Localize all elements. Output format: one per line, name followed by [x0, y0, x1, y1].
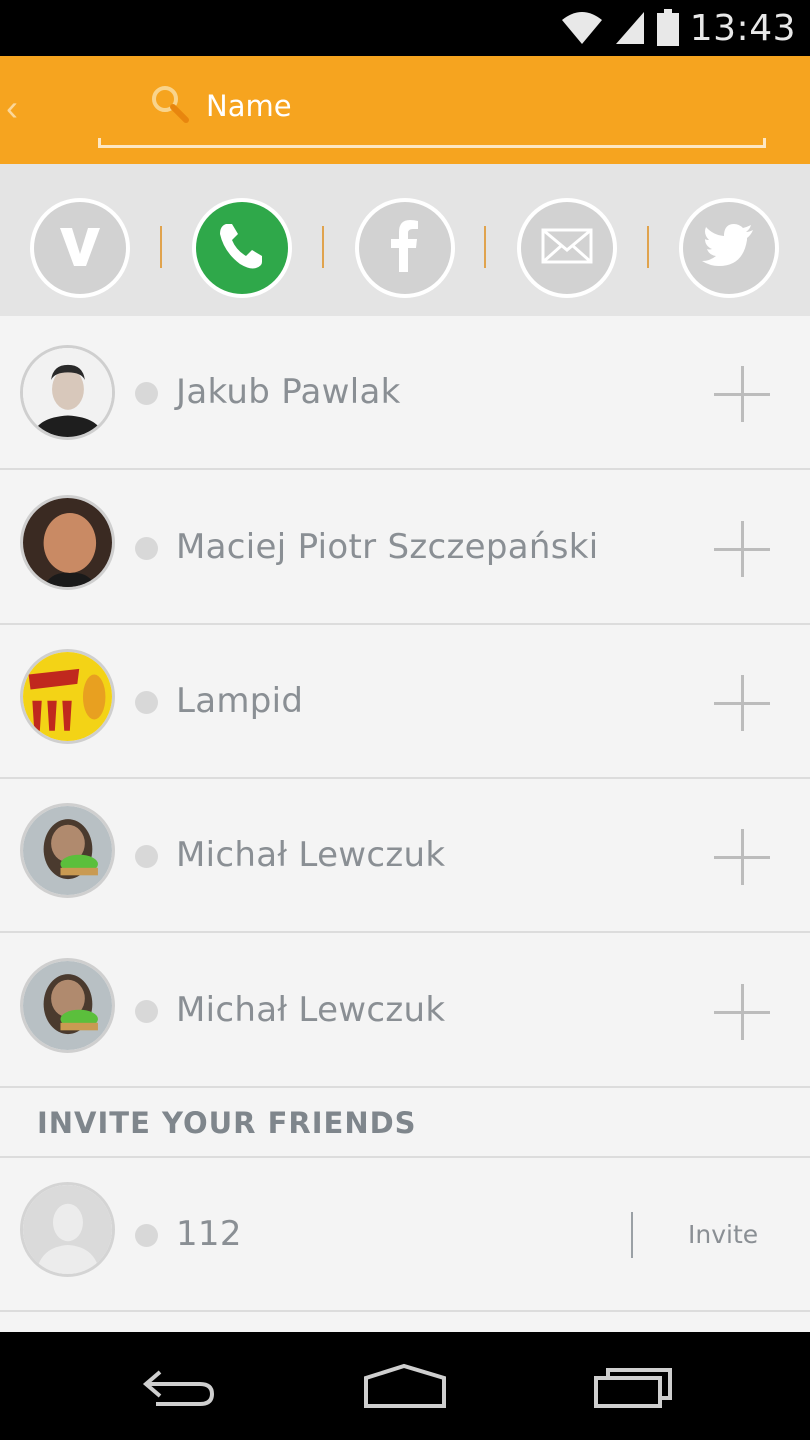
home-icon[interactable]	[360, 1354, 450, 1418]
search-field[interactable]	[98, 78, 766, 148]
avatar	[20, 345, 115, 440]
status-bar: 13:43	[0, 0, 810, 56]
contact-row[interactable]: Michał Lewczuk	[0, 779, 810, 933]
battery-icon	[656, 9, 680, 47]
tab-facebook[interactable]	[355, 198, 455, 298]
status-dot	[135, 691, 158, 714]
section-title: INVITE YOUR FRIENDS	[37, 1106, 417, 1140]
status-time: 13:43	[689, 7, 796, 49]
contact-name: Jakub Pawlak	[176, 372, 401, 412]
back-chevron-icon[interactable]: ‹	[6, 86, 32, 130]
tab-divider	[647, 226, 649, 268]
tab-twitter[interactable]	[679, 198, 779, 298]
nav-bar	[0, 1332, 810, 1440]
contact-name: Michał Lewczuk	[176, 990, 446, 1030]
contact-name: Lampid	[176, 681, 304, 721]
wifi-icon	[560, 10, 604, 46]
tab-divider	[160, 226, 162, 268]
avatar	[20, 495, 115, 590]
tab-phone[interactable]	[192, 198, 292, 298]
section-header: INVITE YOUR FRIENDS	[0, 1088, 810, 1158]
search-icon	[150, 84, 190, 124]
add-icon[interactable]	[714, 675, 770, 731]
recents-icon[interactable]	[588, 1354, 678, 1418]
avatar-placeholder-icon	[20, 1182, 115, 1277]
add-icon[interactable]	[714, 366, 770, 422]
status-dot	[135, 1000, 158, 1023]
source-tabs	[0, 164, 810, 328]
viber-icon	[50, 216, 110, 281]
avatar	[20, 958, 115, 1053]
back-icon[interactable]	[136, 1354, 226, 1418]
contact-name: Maciej Piotr Szczepański	[176, 527, 599, 567]
search-input[interactable]	[206, 82, 726, 130]
status-dot	[135, 845, 158, 868]
tab-viber[interactable]	[30, 198, 130, 298]
add-icon[interactable]	[714, 984, 770, 1040]
phone-icon	[212, 216, 272, 281]
contact-name: 112	[176, 1214, 242, 1254]
add-icon[interactable]	[714, 829, 770, 885]
status-dot	[135, 1224, 158, 1247]
signal-icon	[614, 10, 646, 46]
contact-row[interactable]: Michał Lewczuk	[0, 934, 810, 1088]
invite-divider	[631, 1212, 633, 1258]
search-header: ‹	[0, 56, 810, 164]
tab-divider	[322, 226, 324, 268]
add-icon[interactable]	[714, 521, 770, 577]
facebook-icon	[375, 216, 435, 281]
contact-row[interactable]: Jakub Pawlak	[0, 316, 810, 470]
twitter-icon	[699, 216, 759, 281]
invite-row[interactable]: 112 Invite	[0, 1158, 810, 1312]
status-dot	[135, 537, 158, 560]
contact-row[interactable]: Maciej Piotr Szczepański	[0, 471, 810, 625]
invite-button[interactable]: Invite	[688, 1220, 758, 1249]
email-icon	[537, 216, 597, 281]
contact-row[interactable]: Lampid	[0, 625, 810, 779]
status-dot	[135, 382, 158, 405]
avatar	[20, 803, 115, 898]
tab-divider	[484, 226, 486, 268]
contact-name: Michał Lewczuk	[176, 835, 446, 875]
avatar	[20, 649, 115, 744]
tab-email[interactable]	[517, 198, 617, 298]
